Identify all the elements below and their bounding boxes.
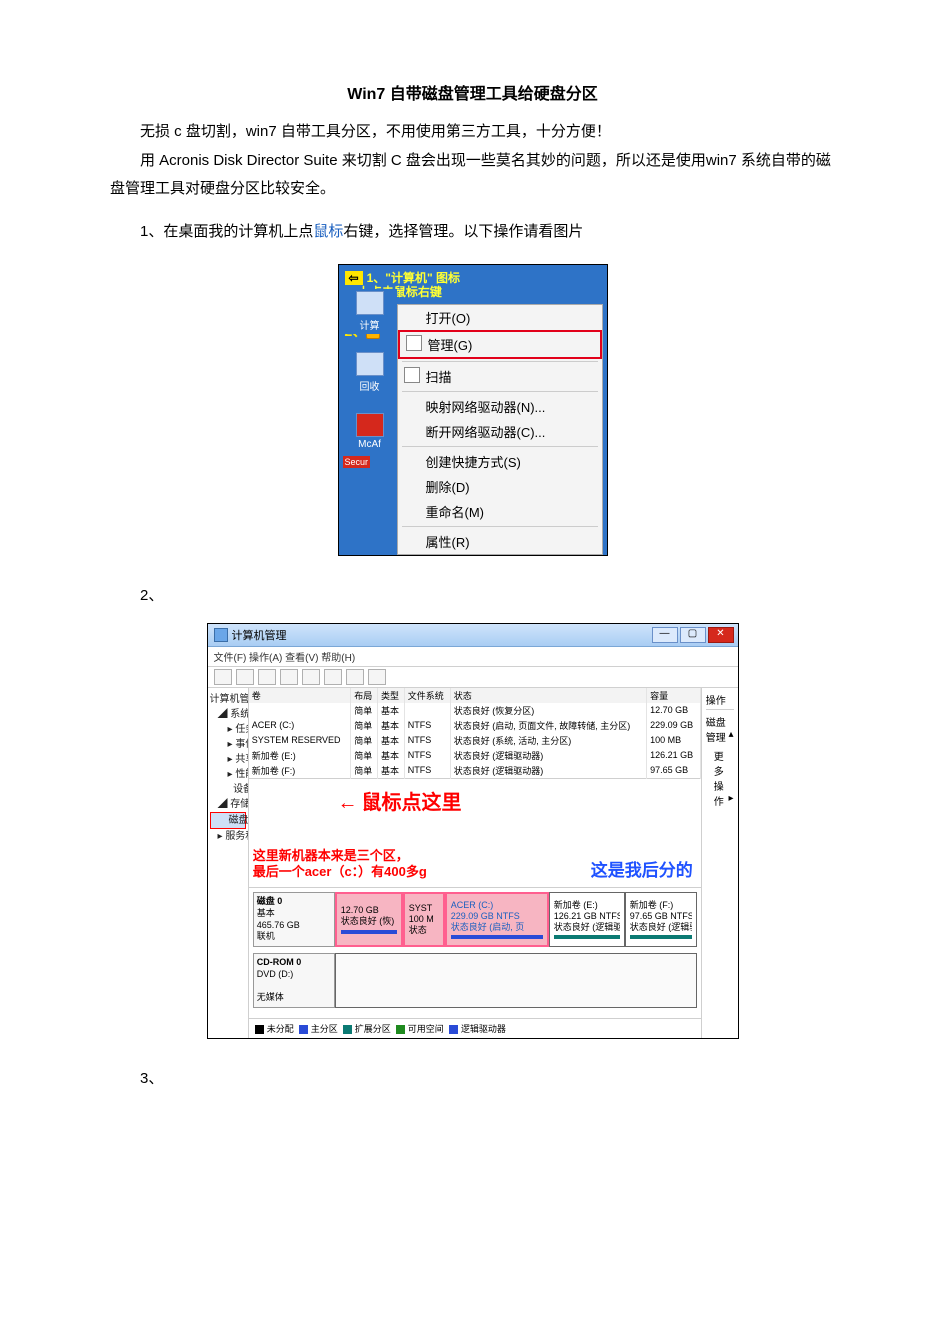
volume-table: 卷 布局 类型 文件系统 状态 容量 简单基本状态良好 (恢复分区)12.70 …	[249, 688, 701, 779]
table-row[interactable]: 新加卷 (E:)简单基本NTFS状态良好 (逻辑驱动器)126.21 GB	[249, 748, 701, 763]
mouse-link[interactable]: 鼠标	[313, 223, 343, 240]
menu-scan[interactable]: 扫描	[398, 364, 602, 389]
col-status[interactable]: 状态	[450, 688, 646, 703]
menu-rename[interactable]: 重命名(M)	[398, 499, 602, 524]
annotation-original-partitions: 这里新机器本来是三个区， 最后一个acer（c：）有400多g	[253, 848, 427, 882]
actions-pane: 操作 磁盘管理 ▴ 更多操作 ▸	[701, 688, 738, 1038]
desktop-mcafee-icon[interactable]: McAf	[343, 411, 397, 452]
toolbar	[208, 667, 738, 688]
menu-properties[interactable]: 属性(R)	[398, 529, 602, 554]
left-arrow-icon: ⇦	[345, 271, 363, 285]
caret-up-icon: ▴	[728, 729, 733, 740]
chevron-right-icon: ▸	[728, 793, 733, 804]
legend-free-icon	[396, 1025, 405, 1034]
cdrom-empty	[335, 953, 697, 1008]
tree-storage[interactable]: ◢ 存储	[210, 797, 246, 812]
menu-unmap-drive[interactable]: 断开网络驱动器(C)...	[398, 419, 602, 444]
toolbar-button[interactable]	[368, 669, 386, 685]
forward-button[interactable]	[236, 669, 254, 685]
partition-e[interactable]: 新加卷 (E:) 126.21 GB NTFS 状态良好 (逻辑驱	[549, 892, 625, 947]
intro-paragraph-1: 无损 c 盘切割，win7 自带工具分区，不用使用第三方工具，十分方便！	[110, 118, 835, 147]
legend: 未分配 主分区 扩展分区 可用空间 逻辑驱动器	[249, 1018, 701, 1038]
actions-more[interactable]: 更多操作 ▸	[706, 748, 734, 808]
tree-system-tools[interactable]: ◢ 系统工具	[210, 707, 246, 722]
menu-create-shortcut[interactable]: 创建快捷方式(S)	[398, 449, 602, 474]
desktop-mcafee-label: Secur	[343, 456, 371, 468]
col-volume[interactable]: 卷	[249, 688, 351, 703]
minimize-button[interactable]: —	[652, 627, 678, 643]
table-row[interactable]: SYSTEM RESERVED简单基本NTFS状态良好 (系统, 活动, 主分区…	[249, 733, 701, 748]
menu-manage[interactable]: 管理(G)	[398, 330, 602, 359]
legend-logical-icon	[449, 1025, 458, 1034]
step-3: 3、	[110, 1067, 835, 1088]
legend-extended-icon	[343, 1025, 352, 1034]
table-row[interactable]: 新加卷 (F:)简单基本NTFS状态良好 (逻辑驱动器)97.65 GB	[249, 763, 701, 779]
table-row[interactable]: 简单基本状态良好 (恢复分区)12.70 GB	[249, 703, 701, 718]
toolbar-button[interactable]	[258, 669, 276, 685]
cdrom-header[interactable]: CD-ROM 0 DVD (D:) 无媒体	[253, 953, 335, 1008]
tree-device-manager[interactable]: 设备管理器	[210, 782, 246, 797]
back-button[interactable]	[214, 669, 232, 685]
disk-0-header[interactable]: 磁盘 0 基本 465.76 GB 联机	[253, 892, 335, 947]
tree-services-apps[interactable]: ▸ 服务和应用程序	[210, 829, 246, 844]
toolbar-button[interactable]	[280, 669, 298, 685]
scan-icon	[404, 367, 420, 383]
tree-event-viewer[interactable]: ▸ 事件查看器	[210, 737, 246, 752]
figure-1-context-menu: ⇦1、"计算机" 图标 上点击鼠标右键 2、 计算 回收 McAf Secur …	[338, 264, 608, 556]
partition-recovery[interactable]: 12.70 GB 状态良好 (恢)	[335, 892, 403, 947]
toolbar-button[interactable]	[324, 669, 342, 685]
window-titlebar: 计算机管理 — ▢ ✕	[208, 624, 738, 647]
partition-f[interactable]: 新加卷 (F:) 97.65 GB NTFS 状态良好 (逻辑驱	[625, 892, 697, 947]
context-menu: 打开(O) 管理(G) 扫描 映射网络驱动器(N)... 断开网络驱动器(C).…	[397, 304, 603, 555]
window-app-icon	[214, 628, 228, 642]
maximize-button[interactable]: ▢	[680, 627, 706, 643]
actions-header: 操作	[706, 692, 734, 710]
shield-icon	[406, 335, 422, 351]
desktop-recycle-icon[interactable]: 回收	[343, 350, 397, 395]
col-capacity[interactable]: 容量	[647, 688, 701, 703]
table-header-row: 卷 布局 类型 文件系统 状态 容量	[249, 688, 701, 703]
disk-layout-pane: 磁盘 0 基本 465.76 GB 联机 12.70 GB 状态良好 (恢)	[249, 887, 701, 1018]
window-title: 计算机管理	[232, 627, 287, 643]
toolbar-button[interactable]	[346, 669, 364, 685]
table-row[interactable]: ACER (C:)简单基本NTFS状态良好 (启动, 页面文件, 故障转储, 主…	[249, 718, 701, 733]
close-button[interactable]: ✕	[708, 627, 734, 643]
tree-performance[interactable]: ▸ 性能	[210, 767, 246, 782]
step-1: 1、在桌面我的计算机上点鼠标右键，选择管理。以下操作请看图片	[110, 218, 835, 247]
menu-delete[interactable]: 删除(D)	[398, 474, 602, 499]
toolbar-button[interactable]	[302, 669, 320, 685]
col-layout[interactable]: 布局	[351, 688, 378, 703]
annotation-my-new-partitions: 这是我后分的	[591, 856, 693, 881]
menu-open[interactable]: 打开(O)	[398, 305, 602, 330]
col-type[interactable]: 类型	[378, 688, 405, 703]
legend-unallocated-icon	[255, 1025, 264, 1034]
partition-c[interactable]: ACER (C:) 229.09 GB NTFS 状态良好 (启动, 页	[445, 892, 549, 947]
menu-map-drive[interactable]: 映射网络驱动器(N)...	[398, 394, 602, 419]
tree-root[interactable]: 计算机管理(本地)	[210, 692, 246, 707]
menu-bar[interactable]: 文件(F) 操作(A) 查看(V) 帮助(H)	[208, 647, 738, 667]
intro-paragraph-2: 用 Acronis Disk Director Suite 来切割 C 盘会出现…	[110, 147, 835, 204]
desktop-computer-icon[interactable]: 计算	[343, 289, 397, 334]
actions-disk-management[interactable]: 磁盘管理 ▴	[706, 714, 734, 744]
tree-disk-management[interactable]: 磁盘管理	[210, 812, 246, 829]
tree-shared-folders[interactable]: ▸ 共享文件夹	[210, 752, 246, 767]
tree-task-scheduler[interactable]: ▸ 任务计划程序	[210, 722, 246, 737]
page-title: Win7 自带磁盘管理工具给硬盘分区	[110, 80, 835, 104]
col-fs[interactable]: 文件系统	[404, 688, 450, 703]
step-2: 2、	[110, 584, 835, 605]
figure-2-computer-management: 计算机管理 — ▢ ✕ 文件(F) 操作(A) 查看(V) 帮助(H)	[207, 623, 739, 1039]
partition-system-reserved[interactable]: SYST 100 M 状态	[403, 892, 445, 947]
nav-tree: 计算机管理(本地) ◢ 系统工具 ▸ 任务计划程序 ▸ 事件查看器 ▸ 共享文件…	[208, 688, 249, 1038]
legend-primary-icon	[299, 1025, 308, 1034]
